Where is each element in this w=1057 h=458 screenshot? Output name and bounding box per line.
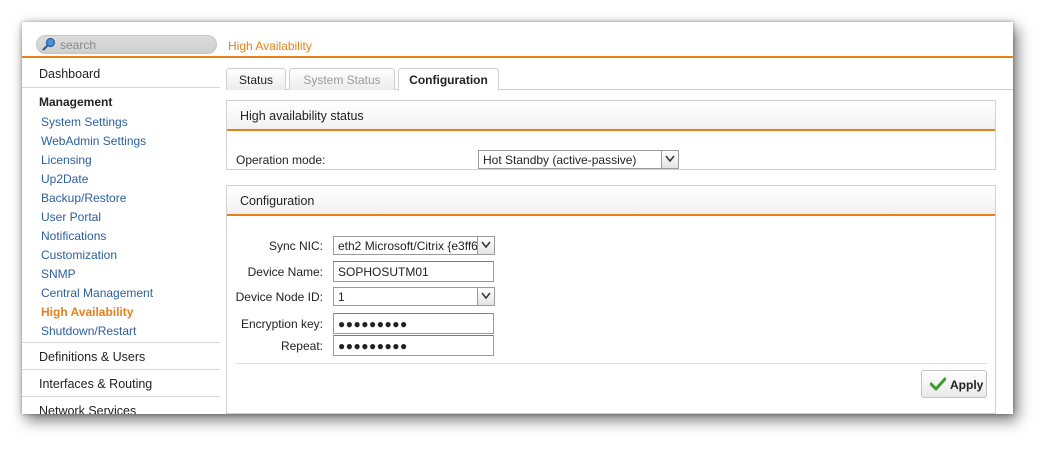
sidebar-item-backup-restore[interactable]: Backup/Restore	[22, 190, 220, 209]
sidebar-section-management[interactable]: Management	[22, 88, 220, 114]
apply-label: Apply	[950, 378, 984, 392]
configuration-panel: Configuration Sync NIC: eth2 Microsoft/C…	[226, 185, 996, 414]
sidebar: Dashboard Management System Settings Web…	[22, 60, 220, 414]
device-node-id-value: 1	[338, 290, 345, 304]
sidebar-item-high-availability[interactable]: High Availability	[22, 304, 220, 323]
search-icon	[42, 37, 56, 51]
encryption-key-field[interactable]: ●●●●●●●●●	[333, 313, 494, 334]
repeat-field[interactable]: ●●●●●●●●●	[333, 335, 494, 356]
sidebar-item-webadmin-settings[interactable]: WebAdmin Settings	[22, 133, 220, 152]
app-window: search High Availability Dashboard Manag…	[22, 22, 1013, 414]
divider	[235, 363, 987, 364]
tab-bar: Status System Status Configuration	[226, 68, 1013, 91]
sidebar-item-shutdown-restart[interactable]: Shutdown/Restart	[22, 323, 220, 342]
sync-nic-value: eth2 Microsoft/Citrix {e3ff6	[338, 239, 478, 253]
chevron-down-icon[interactable]	[661, 151, 678, 168]
tab-status[interactable]: Status	[226, 68, 286, 90]
sync-nic-label: Sync NIC:	[268, 239, 323, 253]
chevron-down-icon[interactable]	[477, 237, 494, 254]
sidebar-item-system-settings[interactable]: System Settings	[22, 114, 220, 133]
page-title: High Availability	[228, 39, 312, 53]
sidebar-group-definitions-users[interactable]: Definitions & Users	[22, 342, 220, 369]
device-node-id-select[interactable]: 1	[333, 287, 495, 306]
sidebar-item-snmp[interactable]: SNMP	[22, 266, 220, 285]
repeat-label: Repeat:	[280, 339, 323, 353]
sidebar-item-up2date[interactable]: Up2Date	[22, 171, 220, 190]
search-input[interactable]: search	[36, 35, 217, 54]
tab-configuration[interactable]: Configuration	[398, 68, 499, 91]
search-placeholder: search	[60, 38, 97, 52]
sidebar-item-notifications[interactable]: Notifications	[22, 228, 220, 247]
top-bar: search High Availability	[22, 22, 1013, 58]
sidebar-group-network-services[interactable]: Network Services	[22, 396, 220, 414]
device-name-field[interactable]: SOPHOSUTM01	[333, 261, 494, 282]
chevron-down-icon[interactable]	[477, 288, 494, 305]
encryption-key-label: Encryption key:	[240, 317, 323, 331]
sidebar-item-customization[interactable]: Customization	[22, 247, 220, 266]
sidebar-item-central-management[interactable]: Central Management	[22, 285, 220, 304]
ha-status-panel: High availability status Operation mode:…	[226, 100, 996, 170]
configuration-title: Configuration	[227, 186, 995, 216]
ha-status-title: High availability status	[227, 101, 995, 131]
device-node-id-label: Device Node ID:	[235, 290, 323, 304]
sidebar-management-list: System Settings WebAdmin Settings Licens…	[22, 114, 220, 342]
check-icon	[930, 377, 946, 391]
sidebar-item-user-portal[interactable]: User Portal	[22, 209, 220, 228]
sidebar-group-interfaces-routing[interactable]: Interfaces & Routing	[22, 369, 220, 396]
operation-mode-value: Hot Standby (active-passive)	[483, 153, 637, 167]
sync-nic-select[interactable]: eth2 Microsoft/Citrix {e3ff6	[333, 236, 495, 255]
operation-mode-label: Operation mode:	[236, 153, 326, 167]
device-name-label: Device Name:	[247, 265, 323, 279]
main-content: Status System Status Configuration High …	[226, 60, 1013, 414]
sidebar-item-licensing[interactable]: Licensing	[22, 152, 220, 171]
operation-mode-select[interactable]: Hot Standby (active-passive)	[478, 150, 679, 169]
sidebar-item-dashboard[interactable]: Dashboard	[22, 60, 220, 87]
tab-system-status[interactable]: System Status	[289, 68, 395, 90]
apply-button[interactable]: Apply	[921, 370, 987, 398]
